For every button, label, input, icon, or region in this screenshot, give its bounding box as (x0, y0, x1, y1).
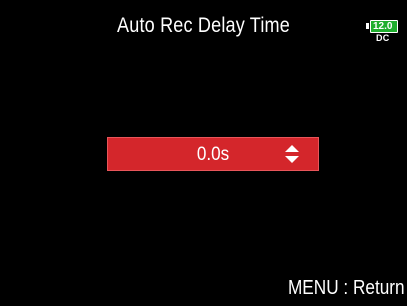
delay-time-selector[interactable]: 0.0s (107, 137, 319, 171)
battery-cap (366, 23, 369, 29)
menu-return-hint: MENU : Return (288, 277, 405, 299)
recorder-screen: Auto Rec Delay Time 12.0 DC 0.0s MENU : … (0, 0, 407, 306)
battery-indicator: 12.0 DC (366, 20, 403, 46)
battery-icon: 12.0 (370, 20, 398, 33)
delay-time-value: 0.0s (196, 144, 230, 165)
power-source-label: DC (376, 33, 390, 43)
up-down-arrows-icon (285, 145, 299, 163)
battery-voltage: 12.0 (373, 21, 393, 32)
page-title: Auto Rec Delay Time (117, 14, 290, 37)
